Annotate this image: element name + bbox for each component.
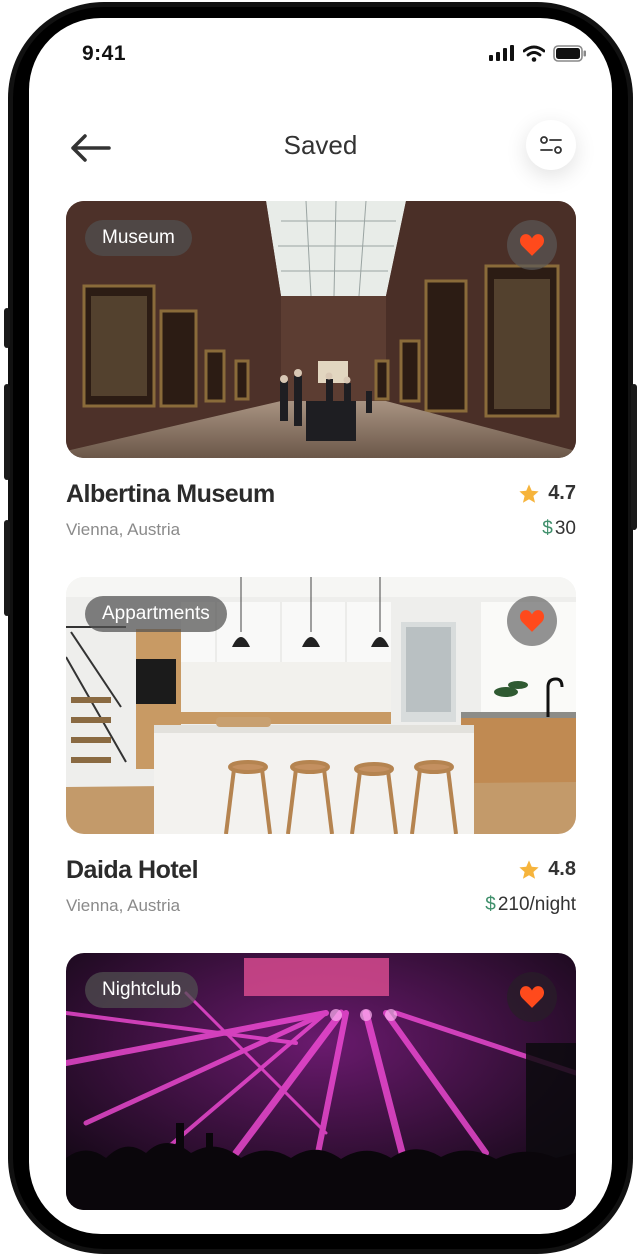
place-name: Daida Hotel [66, 856, 199, 884]
place-location: Vienna, Austria [66, 896, 181, 915]
category-badge: Appartments [85, 596, 227, 632]
price-value: 210/night [497, 894, 576, 915]
side-button-power [631, 384, 637, 530]
rating-value: 4.8 [548, 858, 576, 880]
place-photo-apartments: Appartments [66, 577, 576, 834]
category-badge: Museum [85, 220, 192, 256]
battery-icon [553, 44, 586, 62]
place-rating: 4.8 [518, 858, 576, 881]
place-name: Albertina Museum [66, 480, 275, 508]
price-value: 30 [554, 518, 576, 539]
place-info: Daida Hotel Vienna, Austria 4.8 $210/nig… [66, 834, 576, 934]
place-photo-museum: Museum [66, 201, 576, 458]
rating-value: 4.7 [548, 482, 576, 504]
star-icon [519, 859, 539, 879]
heart-icon [519, 986, 545, 1008]
place-card-nightclub[interactable]: Nightclub [66, 953, 576, 1210]
place-rating: 4.7 [518, 482, 576, 505]
page-title: Saved [283, 130, 358, 160]
favorite-button[interactable] [507, 220, 557, 270]
signal-icon [489, 45, 514, 61]
status-time: 9:41 [82, 42, 127, 65]
header: Saved [29, 118, 612, 178]
screen: 9:41 Saved Museum Albertina Museum Vienn… [29, 18, 612, 1234]
favorite-button[interactable] [507, 596, 557, 646]
side-button-mute [4, 308, 10, 348]
place-price: $30 [542, 518, 576, 540]
place-price: $210/night [485, 894, 576, 916]
wifi-icon [523, 45, 545, 62]
currency-symbol: $ [485, 894, 496, 915]
place-info: Albertina Museum Vienna, Austria 4.7 $30 [66, 458, 576, 558]
status-bar: 9:41 [29, 18, 612, 88]
place-location: Vienna, Austria [66, 520, 181, 539]
place-card-apartments[interactable]: Appartments Daida Hotel Vienna, Austria … [66, 577, 576, 934]
status-icons [489, 43, 587, 63]
category-badge: Nightclub [85, 972, 199, 1008]
place-photo-nightclub: Nightclub [66, 953, 576, 1210]
side-button-volume-up [4, 384, 10, 480]
filter-button[interactable] [526, 120, 576, 170]
side-button-volume-down [4, 520, 10, 616]
favorite-button[interactable] [507, 972, 557, 1022]
currency-symbol: $ [542, 518, 553, 539]
heart-icon [519, 610, 545, 632]
star-icon [519, 483, 539, 503]
sliders-icon [540, 136, 562, 154]
heart-icon [519, 234, 545, 256]
place-card-museum[interactable]: Museum Albertina Museum Vienna, Austria … [66, 201, 576, 558]
